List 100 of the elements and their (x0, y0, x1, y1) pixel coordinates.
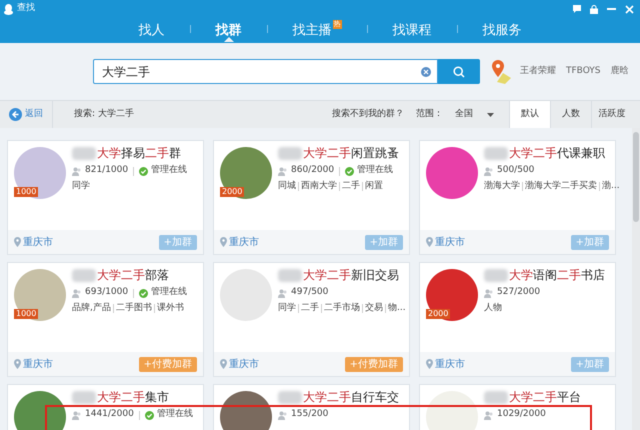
group-card[interactable]: 大学二手自行车交 155/200 (213, 384, 410, 430)
group-location: 重庆市 (23, 358, 53, 372)
group-avatar (426, 391, 478, 430)
group-title[interactable]: 大学二手新旧交易 (303, 268, 399, 282)
back-arrow-icon (9, 108, 22, 121)
member-count: 693/1000 (85, 286, 128, 300)
group-avatar (220, 391, 272, 430)
check-icon (139, 288, 148, 298)
members-icon (484, 410, 494, 420)
group-tag: 课外书 (156, 302, 184, 316)
help-link[interactable]: 搜索不到我的群？ (332, 101, 404, 128)
level-badge: 2000 (426, 309, 450, 319)
members-icon (72, 410, 82, 420)
search-button[interactable] (438, 59, 480, 84)
message-icon[interactable] (573, 5, 581, 13)
admin-status: 管理在线 (151, 286, 188, 300)
member-count: 527/2000 (497, 286, 540, 300)
group-location: 重庆市 (435, 358, 465, 372)
location-pin-icon (426, 359, 433, 369)
hot-search-link[interactable]: 鹿晗 (610, 64, 628, 78)
group-title[interactable]: 大学择易二手群 (97, 146, 181, 160)
group-tag: 同城 (278, 180, 296, 194)
group-card[interactable]: 大学二手新旧交易 497/500 同学 二手 二手市场 交易 物... 重庆市 +付费加群 (213, 262, 410, 377)
group-title[interactable]: 大学二手代课兼职 (509, 146, 605, 160)
group-card[interactable]: 大学二手平台 1029/2000 (419, 384, 616, 430)
admin-status: 管理在线 (156, 408, 193, 422)
location-pin-icon (14, 359, 21, 369)
group-title[interactable]: 大学语阁二手书店 (509, 268, 605, 282)
range-label: 范围： (416, 108, 443, 121)
group-title[interactable]: 大学二手闲置跳蚤 (303, 146, 399, 160)
location-pin-icon (14, 237, 21, 247)
scrollbar[interactable] (632, 128, 640, 430)
search-query-label: 搜索: 大学二手 (74, 108, 134, 121)
search-field[interactable]: 大学二手 (93, 59, 438, 84)
members-icon (72, 288, 82, 298)
blurred-name (72, 390, 96, 404)
members-icon (278, 410, 288, 420)
hot-search-link[interactable]: 王者荣耀 (520, 64, 556, 78)
group-tag: 二手 (301, 302, 319, 316)
group-title[interactable]: 大学二手部落 (97, 268, 169, 282)
clear-icon[interactable] (421, 66, 431, 76)
group-tag: 交易 (365, 302, 383, 316)
group-location: 重庆市 (23, 236, 53, 250)
map-pin-icon[interactable] (491, 60, 511, 84)
group-card[interactable]: 大学二手集市 1441/2000 管理在线 (7, 384, 204, 430)
group-avatar (14, 391, 66, 430)
group-tag: 同学 (278, 302, 296, 316)
member-count: 860/2000 (291, 164, 334, 178)
blurred-name (484, 146, 508, 160)
member-count: 500/500 (497, 164, 534, 178)
member-count: 155/200 (291, 408, 328, 422)
group-tag: 人物 (484, 302, 502, 316)
members-icon (484, 288, 494, 298)
admin-status: 管理在线 (151, 164, 188, 178)
group-title[interactable]: 大学二手自行车交 (303, 390, 399, 404)
blurred-name (484, 390, 508, 404)
members-icon (72, 166, 82, 176)
tab-pointer-icon (224, 36, 234, 42)
member-count: 1441/2000 (85, 408, 134, 422)
group-avatar (426, 269, 478, 321)
group-card[interactable]: 2000 大学二手闲置跳蚤 860/2000 管理在线 同城 西南大学 二手 闲置 重庆市 +加群 (213, 140, 410, 255)
check-icon (144, 410, 154, 420)
sort-tab[interactable]: 默认 (509, 101, 550, 128)
member-count: 821/1000 (85, 164, 128, 178)
back-button[interactable]: 返回 (0, 101, 53, 128)
blurred-name (278, 268, 302, 282)
admin-status: 管理在线 (357, 164, 394, 178)
location-pin-icon (220, 237, 227, 247)
blurred-name (72, 146, 96, 160)
group-location: 重庆市 (229, 358, 259, 372)
lock-icon[interactable] (590, 4, 598, 14)
range-dropdown[interactable]: 全国 (455, 101, 494, 128)
group-tag: 同学 (72, 180, 90, 194)
caret-icon (487, 112, 494, 116)
level-badge: 1000 (14, 187, 38, 197)
blurred-name (72, 268, 96, 282)
group-avatar (220, 147, 272, 199)
group-title[interactable]: 大学二手平台 (509, 390, 581, 404)
group-tag: 品牌,产品 (72, 302, 111, 316)
group-card[interactable]: 2000 大学语阁二手书店 527/2000 人物 重庆市 +加群 (419, 262, 616, 377)
group-tag: 西南大学 (301, 180, 337, 194)
hot-search-link[interactable]: TFBOYS (566, 64, 600, 78)
window-title: 查找 (17, 2, 35, 16)
group-title[interactable]: 大学二手集市 (97, 390, 169, 404)
group-avatar (14, 269, 66, 321)
check-icon (345, 166, 354, 176)
group-location: 重庆市 (229, 236, 259, 250)
member-count: 497/500 (291, 286, 328, 300)
group-avatar (426, 147, 478, 199)
location-pin-icon (426, 237, 433, 247)
member-count: 1029/2000 (497, 408, 546, 422)
level-badge: 1000 (14, 309, 38, 319)
group-tag: 渤海大学二手买卖 (525, 180, 597, 194)
location-pin-icon (220, 359, 227, 369)
members-icon (278, 166, 288, 176)
check-icon (139, 166, 148, 176)
group-card[interactable]: 1000 大学二手部落 693/1000 管理在线 品牌,产品 二手图书 课外书 重庆市 +付费加群 (7, 262, 204, 377)
group-card[interactable]: 1000 大学择易二手群 821/1000 管理在线 同学 重庆市 +加群 (7, 140, 204, 255)
members-icon (484, 166, 494, 176)
close-icon[interactable] (625, 4, 634, 14)
